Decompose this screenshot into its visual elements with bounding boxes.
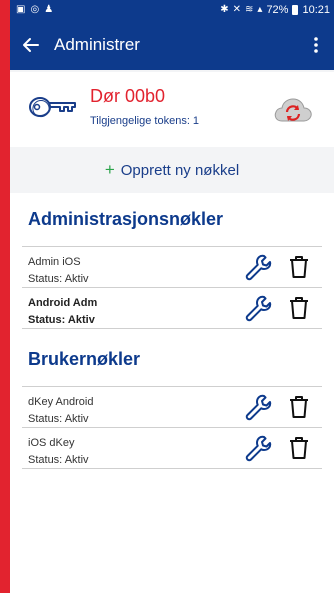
key-name: Android Adm xyxy=(28,297,98,309)
signal-icon: ▴ xyxy=(257,4,263,15)
overflow-menu-button[interactable] xyxy=(306,30,326,60)
trash-icon[interactable] xyxy=(288,436,310,460)
key-status: Status: Aktiv xyxy=(28,314,95,326)
status-left-icons: ▣ ◎ ♟ xyxy=(16,5,53,15)
more-vertical-icon xyxy=(314,37,318,53)
key-name: Admin iOS xyxy=(28,256,81,268)
key-name: iOS dKey xyxy=(28,437,75,449)
divider xyxy=(22,328,322,329)
wrench-icon[interactable] xyxy=(244,294,272,322)
battery-icon xyxy=(292,5,299,15)
keys-panel: Administrasjonsnøkler Admin iOS Status: … xyxy=(10,193,334,593)
back-button[interactable] xyxy=(16,30,46,60)
key-icon xyxy=(29,97,76,118)
wifi-icon: ≋ xyxy=(245,4,254,15)
admin-key-row[interactable]: Android Adm Status: Aktiv xyxy=(22,288,322,328)
create-new-key-label: Opprett ny nøkkel xyxy=(120,161,240,179)
divider xyxy=(22,468,322,469)
user-key-row[interactable]: dKey Android Status: Aktiv xyxy=(22,387,322,427)
person-icon: ♟ xyxy=(44,4,54,15)
wrench-icon[interactable] xyxy=(244,434,272,462)
arrow-left-icon xyxy=(23,38,39,52)
clock: 10:21 xyxy=(302,4,330,16)
plus-icon: + xyxy=(104,160,115,179)
admin-keys-heading: Administrasjonsnøkler xyxy=(28,209,224,229)
trash-icon[interactable] xyxy=(288,395,310,419)
create-new-key-button[interactable]: + Opprett ny nøkkel xyxy=(10,147,334,193)
phone-screen: ▣ ◎ ♟ ✱ ✕ ≋ ▴ 72% 10:21 Administrer Dør … xyxy=(10,0,334,593)
user-key-row[interactable]: iOS dKey Status: Aktiv xyxy=(22,428,322,468)
page-title: Administrer xyxy=(54,35,140,54)
app-bar: Administrer xyxy=(10,20,334,70)
cloud-sync-button[interactable] xyxy=(272,95,314,125)
trash-icon[interactable] xyxy=(288,296,310,320)
wrench-icon[interactable] xyxy=(244,253,272,281)
key-status: Status: Aktiv xyxy=(28,273,89,285)
trash-icon[interactable] xyxy=(288,255,310,279)
status-bar: ▣ ◎ ♟ ✱ ✕ ≋ ▴ 72% 10:21 xyxy=(10,0,334,20)
mute-icon: ✕ xyxy=(232,4,242,15)
wrench-icon[interactable] xyxy=(244,393,272,421)
status-right-icons: ✱ ✕ ≋ ▴ 72% 10:21 xyxy=(220,4,330,16)
admin-key-row[interactable]: Admin iOS Status: Aktiv xyxy=(22,247,322,287)
whatsapp-icon: ◎ xyxy=(30,4,40,15)
user-keys-heading: Brukernøkler xyxy=(28,349,141,369)
battery-percent: 72% xyxy=(266,4,289,16)
gallery-icon: ▣ xyxy=(16,4,26,15)
door-name: Dør 00b0 xyxy=(90,86,166,106)
door-card: Dør 00b0 Tilgjengelige tokens: 1 xyxy=(10,72,334,147)
available-tokens: Tilgjengelige tokens: 1 xyxy=(90,115,200,127)
key-name: dKey Android xyxy=(28,396,94,408)
bluetooth-icon: ✱ xyxy=(220,4,229,15)
key-status: Status: Aktiv xyxy=(28,413,89,425)
key-status: Status: Aktiv xyxy=(28,454,89,466)
